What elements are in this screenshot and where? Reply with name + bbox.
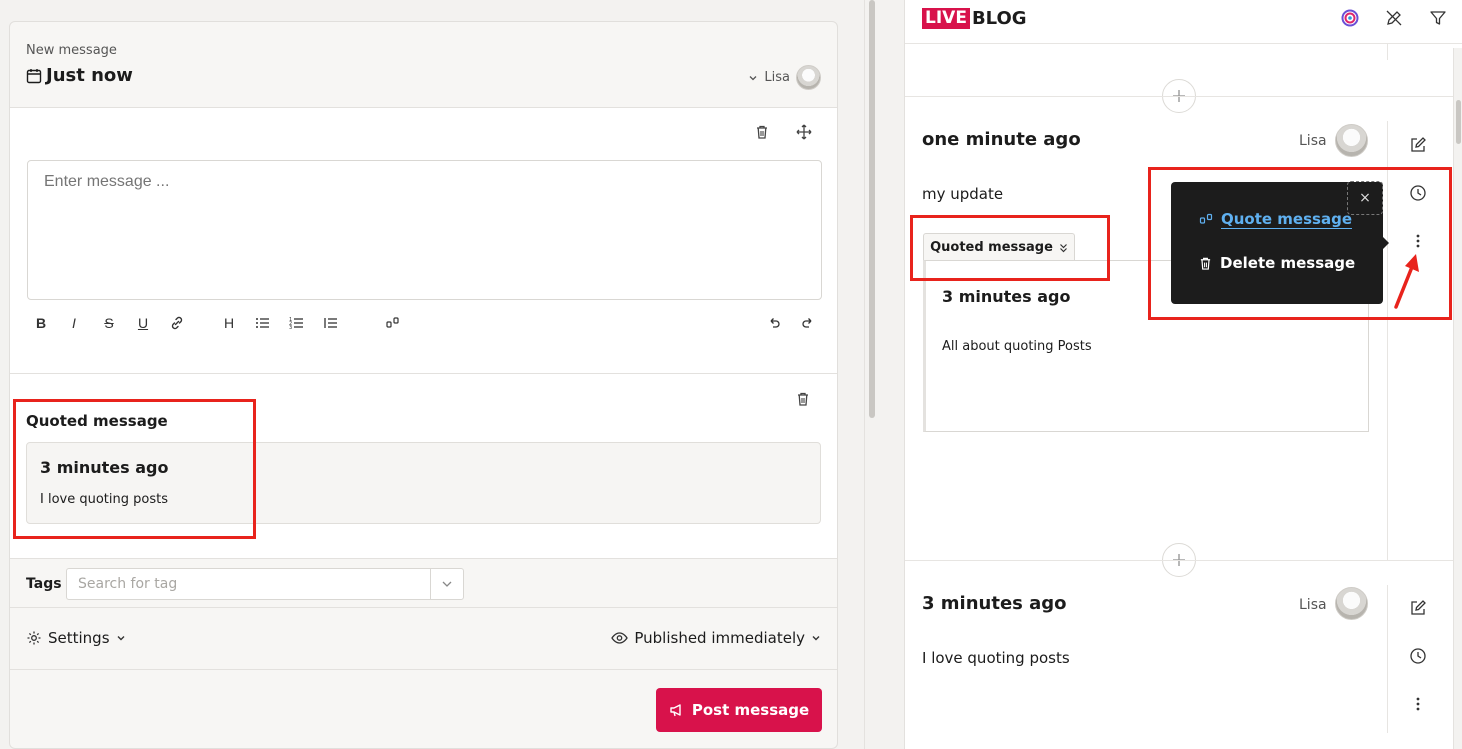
eye-icon <box>611 631 629 645</box>
post-time: 3 minutes ago <box>922 593 1067 614</box>
liveblog-header: LIVE BLOG <box>905 0 1462 44</box>
quoted-post-text: All about quoting Posts <box>942 339 1092 354</box>
link-button[interactable] <box>166 312 188 334</box>
liveblog-logo: LIVE BLOG <box>922 8 1027 29</box>
highlight-box <box>13 399 256 539</box>
avatar <box>796 65 821 90</box>
editor-header: New message Just now Lisa <box>10 22 837 108</box>
bold-button[interactable]: B <box>30 312 52 334</box>
post-text: my update <box>922 185 1004 203</box>
chevron-down-icon <box>748 73 758 83</box>
indent-icon <box>324 318 337 328</box>
logo-swirl-icon[interactable] <box>1341 9 1359 27</box>
scrollbar-thumb[interactable] <box>869 0 875 418</box>
post-card: 3 minutes ago Lisa I love quoting posts <box>905 560 1453 749</box>
redo-icon <box>802 318 812 328</box>
tag-search-input[interactable]: Search for tag <box>66 568 464 600</box>
post-button-label: Post message <box>691 701 810 719</box>
format-toolbar: B I S U H 123 <box>30 312 825 334</box>
trash-icon[interactable] <box>796 391 810 407</box>
divider <box>1387 585 1388 733</box>
message-input[interactable] <box>27 160 822 300</box>
tags-label: Tags <box>26 576 62 592</box>
editor-title[interactable]: Just now <box>26 65 133 86</box>
pen-off-icon[interactable] <box>1385 9 1403 27</box>
redo-button[interactable] <box>797 312 819 334</box>
publish-dropdown[interactable]: Published immediately <box>611 629 821 647</box>
undo-button[interactable] <box>763 312 785 334</box>
settings-dropdown[interactable]: Settings <box>26 629 126 647</box>
italic-button[interactable]: I <box>63 312 85 334</box>
link-icon <box>171 316 183 330</box>
undo-icon <box>770 318 780 328</box>
move-icon[interactable] <box>796 124 812 140</box>
list-icon <box>256 318 269 328</box>
chevron-down-icon[interactable] <box>430 569 463 599</box>
post-text: I love quoting posts <box>922 649 1070 667</box>
publish-label: Published immediately <box>634 629 805 647</box>
liveblog-panel: LIVE BLOG one minute ago Lisa my update … <box>904 0 1462 749</box>
bullet-list-button[interactable] <box>252 312 274 334</box>
settings-label: Settings <box>48 629 110 647</box>
header-actions <box>1341 9 1447 27</box>
chevron-down-icon <box>811 633 821 643</box>
post-message-button[interactable]: Post message <box>656 688 822 732</box>
author-name: Lisa <box>764 70 790 85</box>
scrollbar-thumb[interactable] <box>1456 100 1461 144</box>
divider <box>1387 44 1388 60</box>
edit-icon[interactable] <box>1408 598 1428 618</box>
clock-icon[interactable] <box>1408 646 1428 666</box>
logo-blog: BLOG <box>971 8 1027 29</box>
avatar <box>1335 587 1368 620</box>
ordered-list-button[interactable]: 123 <box>286 312 308 334</box>
trash-icon[interactable] <box>755 124 769 140</box>
more-vertical-icon[interactable] <box>1408 694 1428 714</box>
quote-button[interactable] <box>382 312 404 334</box>
calendar-icon <box>26 68 42 84</box>
avatar <box>1335 124 1368 157</box>
ordered-list-icon: 123 <box>289 317 303 330</box>
tag-search-placeholder: Search for tag <box>78 576 178 592</box>
strikethrough-button[interactable]: S <box>98 312 120 334</box>
post-author: Lisa <box>1299 133 1327 149</box>
highlight-box <box>910 215 1110 281</box>
gear-icon <box>26 630 42 646</box>
megaphone-icon <box>669 703 685 717</box>
settings-row: Settings Published immediately <box>10 608 837 670</box>
indent-list-button[interactable] <box>320 312 342 334</box>
editor-subtitle: New message <box>26 43 117 58</box>
filter-icon[interactable] <box>1429 9 1447 27</box>
edit-icon[interactable] <box>1408 135 1428 155</box>
post-card: one minute ago Lisa my update Quoted mes… <box>905 96 1453 561</box>
editor-title-text: Just now <box>46 65 133 86</box>
quoted-post-time: 3 minutes ago <box>942 287 1071 306</box>
svg-text:3: 3 <box>289 325 292 330</box>
quote-icon <box>386 317 399 328</box>
chevron-down-icon <box>116 633 126 643</box>
arrow-icon <box>1394 254 1419 309</box>
message-editor: New message Just now Lisa B I S U <box>9 21 838 749</box>
heading-button[interactable]: H <box>218 312 240 334</box>
underline-button[interactable]: U <box>132 312 154 334</box>
logo-live: LIVE <box>922 8 970 29</box>
post-time: one minute ago <box>922 129 1081 150</box>
scrollbar[interactable] <box>1453 48 1462 749</box>
text-block: B I S U H 123 <box>10 108 837 374</box>
tags-row: Tags Search for tag <box>10 559 837 608</box>
post-author: Lisa <box>1299 597 1327 613</box>
author-select[interactable]: Lisa <box>748 65 821 90</box>
